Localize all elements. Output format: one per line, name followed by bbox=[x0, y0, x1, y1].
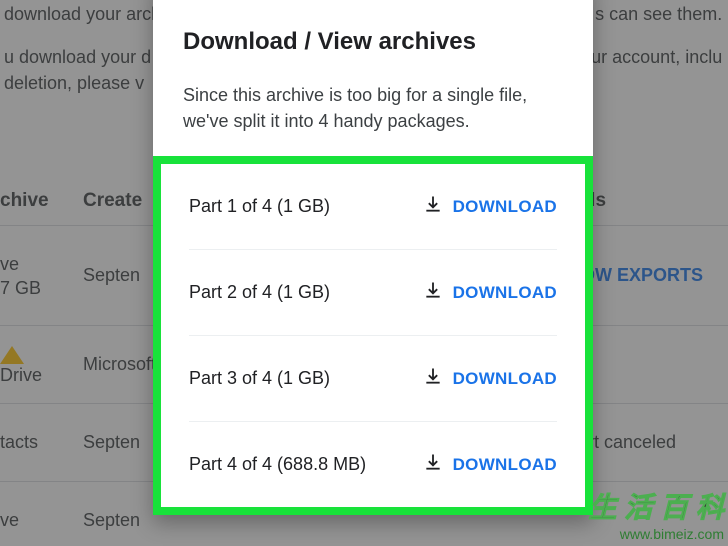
highlight-frame: Part 1 of 4 (1 GB) DOWNLOAD Part 2 of 4 … bbox=[153, 156, 593, 515]
archive-part-row: Part 3 of 4 (1 GB) DOWNLOAD bbox=[189, 336, 557, 422]
download-button[interactable]: DOWNLOAD bbox=[423, 194, 557, 219]
watermark-text: 生 活 百 科 bbox=[589, 486, 724, 526]
download-icon bbox=[423, 452, 443, 477]
download-label: DOWNLOAD bbox=[453, 197, 557, 217]
download-button[interactable]: DOWNLOAD bbox=[423, 280, 557, 305]
watermark-url: www.bimeiz.com bbox=[589, 526, 724, 542]
archive-part-row: Part 1 of 4 (1 GB) DOWNLOAD bbox=[189, 164, 557, 250]
watermark: 生 活 百 科 www.bimeiz.com bbox=[589, 486, 724, 542]
modal-subtitle: Since this archive is too big for a sing… bbox=[183, 82, 563, 134]
download-label: DOWNLOAD bbox=[453, 283, 557, 303]
part-label: Part 3 of 4 (1 GB) bbox=[189, 368, 330, 389]
download-icon bbox=[423, 366, 443, 391]
archive-part-row: Part 4 of 4 (688.8 MB) DOWNLOAD bbox=[189, 422, 557, 507]
download-icon bbox=[423, 280, 443, 305]
download-label: DOWNLOAD bbox=[453, 369, 557, 389]
modal-header: Download / View archives Since this arch… bbox=[153, 0, 593, 156]
part-label: Part 4 of 4 (688.8 MB) bbox=[189, 454, 366, 475]
download-icon bbox=[423, 194, 443, 219]
download-button[interactable]: DOWNLOAD bbox=[423, 452, 557, 477]
download-button[interactable]: DOWNLOAD bbox=[423, 366, 557, 391]
modal-title: Download / View archives bbox=[183, 28, 563, 56]
archive-part-row: Part 2 of 4 (1 GB) DOWNLOAD bbox=[189, 250, 557, 336]
part-label: Part 1 of 4 (1 GB) bbox=[189, 196, 330, 217]
part-label: Part 2 of 4 (1 GB) bbox=[189, 282, 330, 303]
download-label: DOWNLOAD bbox=[453, 455, 557, 475]
download-archives-modal: Download / View archives Since this arch… bbox=[153, 0, 593, 515]
parts-list: Part 1 of 4 (1 GB) DOWNLOAD Part 2 of 4 … bbox=[161, 164, 585, 507]
